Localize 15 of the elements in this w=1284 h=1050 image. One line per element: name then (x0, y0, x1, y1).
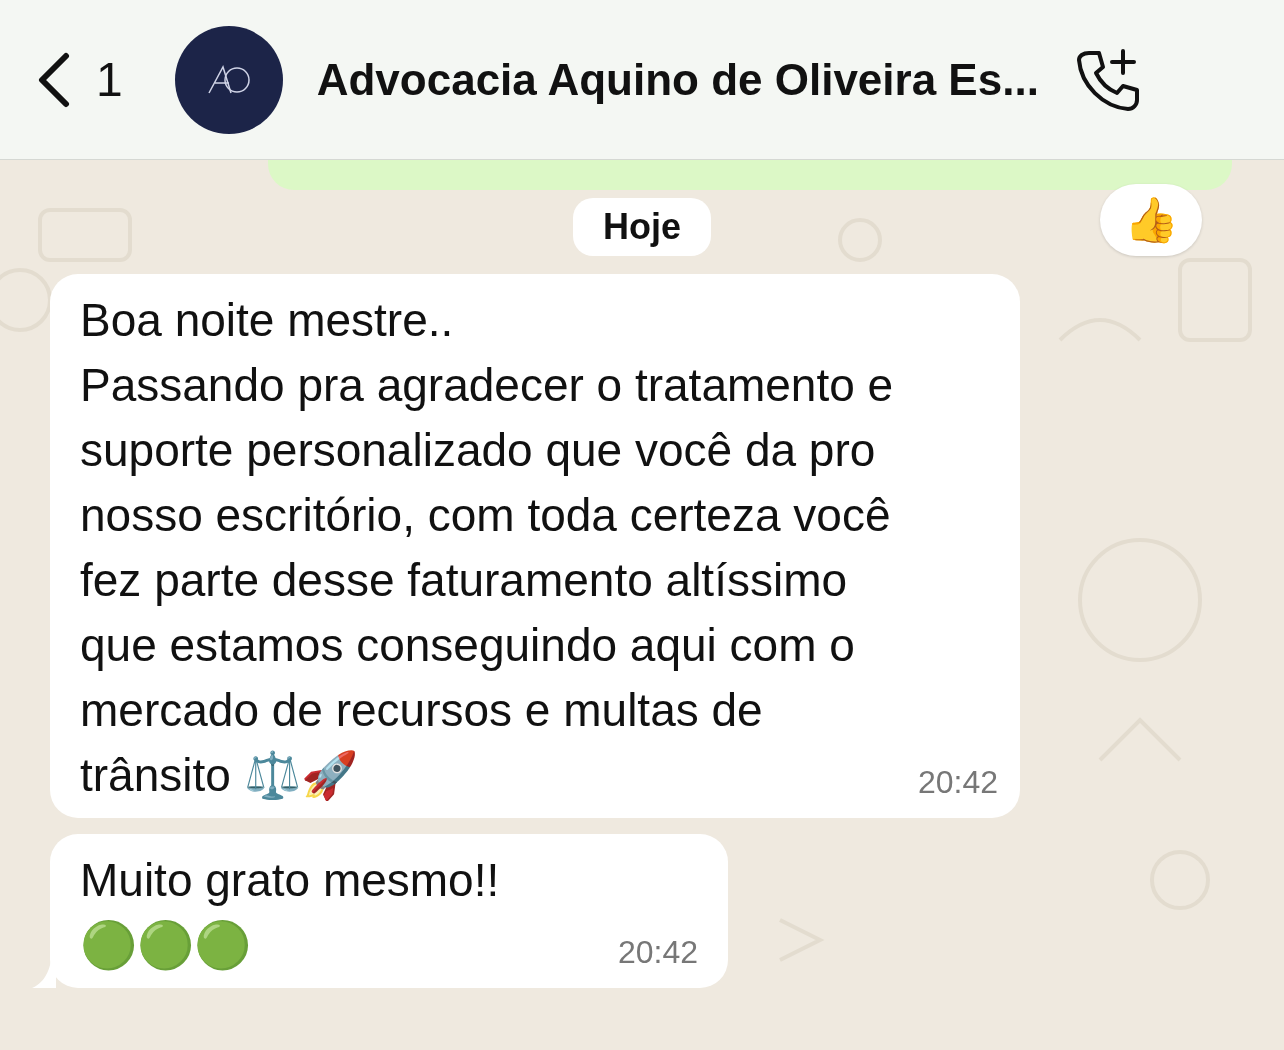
message-text: Muito grato mesmo!! (80, 854, 500, 906)
message-time: 20:42 (916, 763, 998, 802)
chat-title[interactable]: Advocacia Aquino de Oliveira Es... (316, 54, 1039, 105)
back-button[interactable]: 1 (36, 51, 123, 108)
message-bubble[interactable]: Muito grato mesmo!! 🟢🟢🟢 20:42 (50, 834, 728, 988)
message-text: Boa noite mestre.. (80, 294, 454, 346)
logo-icon (206, 64, 251, 95)
message-text: Passando pra agradecer o tratamento e suporte personalizado que você da pro nosso escritório, com toda certeza você fez parte desse faturamento altíssimo que estamos conseguindo aqui com o mercado de recursos e multas de trânsito ⚖🚀 (80, 358, 895, 803)
phone-plus-icon (1074, 46, 1141, 113)
message-bubble[interactable] (50, 274, 1020, 818)
chevron-left-icon (36, 51, 70, 108)
message-time: 20:42 (616, 933, 698, 972)
message-text: 🟢🟢🟢 (80, 918, 251, 973)
date-chip: Hoje (573, 198, 711, 256)
add-call-button[interactable] (1074, 46, 1141, 113)
